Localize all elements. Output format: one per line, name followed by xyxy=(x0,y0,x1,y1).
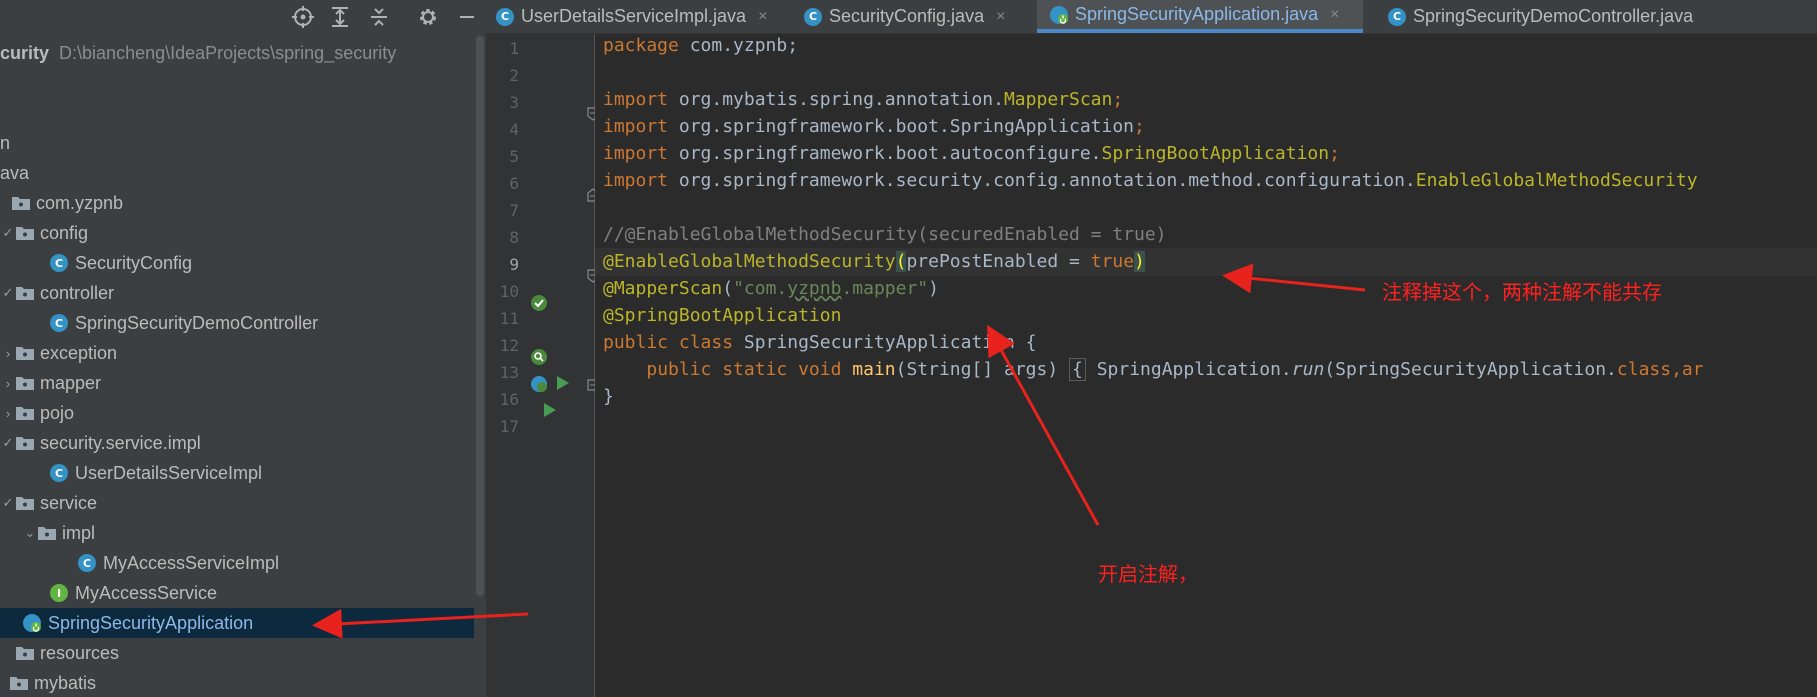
annotation-note-comment-out: 注释掉这个，两种注解不能共存 xyxy=(1382,280,1662,304)
arrow-to-application-file xyxy=(312,608,529,639)
arrow-to-comment-line xyxy=(1222,263,1366,294)
arrow-to-enable-annotation xyxy=(987,324,1100,526)
annotation-arrows xyxy=(312,263,1366,639)
annotation-note-enable: 开启注解， xyxy=(1098,562,1198,586)
